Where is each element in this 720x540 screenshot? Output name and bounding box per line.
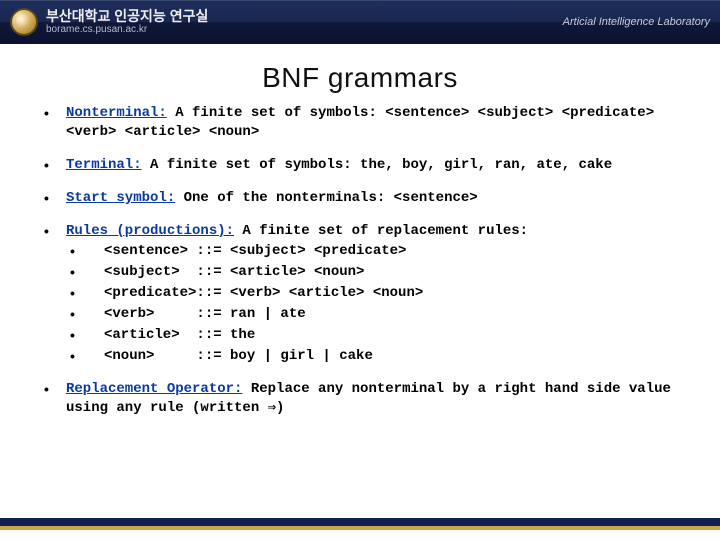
slide-title: BNF grammars	[0, 62, 720, 94]
start-text: One of the nonterminals: <sentence>	[175, 190, 477, 206]
replace-label: Replacement Operator:	[66, 381, 242, 397]
header-right-label: Articial Intelligence Laboratory	[563, 16, 710, 28]
bullet-rules: Rules (productions): A finite set of rep…	[40, 222, 692, 366]
bullet-terminal: Terminal: A finite set of symbols: the, …	[40, 156, 692, 175]
rules-label: Rules (productions):	[66, 223, 234, 239]
rule-line-3: <predicate>::= <verb> <article> <noun>	[66, 284, 692, 303]
rule-line-2: <subject> ::= <article> <noun>	[66, 263, 692, 282]
bullet-nonterminal: Nonterminal: A finite set of symbols: <s…	[40, 104, 692, 142]
rule-line-6: <noun> ::= boy | girl | cake	[66, 347, 692, 366]
slide-content: Nonterminal: A finite set of symbols: <s…	[0, 104, 720, 418]
university-logo-icon	[10, 8, 38, 36]
bullet-start-symbol: Start symbol: One of the nonterminals: <…	[40, 189, 692, 208]
start-label: Start symbol:	[66, 190, 175, 206]
footer-line-gold	[0, 526, 720, 530]
rule-line-5: <article> ::= the	[66, 326, 692, 345]
footer-decoration	[0, 518, 720, 530]
footer-line-dark	[0, 518, 720, 526]
bullet-replacement: Replacement Operator: Replace any nonter…	[40, 380, 692, 418]
rule-line-1: <sentence> ::= <subject> <predicate>	[66, 242, 692, 261]
slide-header: 부산대학교 인공지능 연구실 borame.cs.pusan.ac.kr Art…	[0, 0, 720, 44]
terminal-label: Terminal:	[66, 157, 142, 173]
header-subtitle: borame.cs.pusan.ac.kr	[46, 24, 208, 35]
rule-line-4: <verb> ::= ran | ate	[66, 305, 692, 324]
header-title: 부산대학교 인공지능 연구실	[46, 9, 208, 24]
terminal-text: A finite set of symbols: the, boy, girl,…	[142, 157, 612, 173]
rules-sublist: <sentence> ::= <subject> <predicate> <su…	[66, 242, 692, 365]
header-text-block: 부산대학교 인공지능 연구실 borame.cs.pusan.ac.kr	[46, 9, 208, 35]
rules-text: A finite set of replacement rules:	[234, 223, 528, 239]
bullet-list: Nonterminal: A finite set of symbols: <s…	[40, 104, 692, 418]
nonterminal-label: Nonterminal:	[66, 105, 167, 121]
